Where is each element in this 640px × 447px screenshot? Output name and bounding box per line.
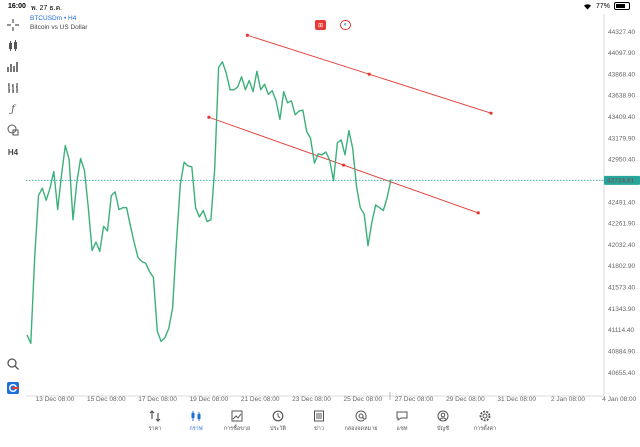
sell-icon: ⊞ bbox=[317, 22, 324, 29]
indicators-tool[interactable] bbox=[4, 59, 22, 75]
trendline-handle[interactable] bbox=[207, 115, 211, 119]
left-toolbar: ƒ H4 bbox=[0, 14, 26, 406]
one-click-sell-button[interactable]: ⊞ bbox=[315, 20, 326, 30]
symbol-info[interactable]: BTCUSDm • H4 Bitcoin vs US Dollar bbox=[30, 15, 87, 31]
history-icon bbox=[272, 410, 284, 422]
nav-item-trade[interactable]: การซื้อขาย bbox=[217, 410, 257, 433]
nav-item-mailbox[interactable]: กล่องจดหมาย bbox=[341, 410, 381, 433]
nav-label: กล่องจดหมาย bbox=[344, 426, 378, 432]
crosshair-tool[interactable] bbox=[4, 17, 22, 33]
time-tick-label: 4 Jan 08:00 bbox=[602, 396, 636, 403]
price-tick-label: 43179.90 bbox=[608, 135, 635, 142]
trendline-handle[interactable] bbox=[367, 72, 371, 76]
time-tick-label: 27 Dec 08:00 bbox=[395, 396, 434, 403]
price-line-series bbox=[26, 61, 392, 344]
nav-item-account[interactable]: บัญชี bbox=[423, 410, 463, 433]
crosshair-icon bbox=[7, 19, 19, 31]
time-tick-label: 19 Dec 08:00 bbox=[190, 396, 229, 403]
chat-icon bbox=[396, 411, 408, 421]
nav-item-quotes[interactable]: ราคา bbox=[135, 410, 175, 433]
broker-logo-icon bbox=[7, 382, 19, 394]
trade-icon bbox=[231, 410, 243, 422]
bottom-navigation: ราคา กราฟ การซื้อขาย ประวัติ ข่าว กล่องจดหมาย… bbox=[0, 406, 640, 447]
price-tick-label: 43638.90 bbox=[608, 93, 635, 100]
nav-label: กราฟ bbox=[189, 426, 203, 432]
settings-icon bbox=[479, 410, 491, 422]
current-price-label: 42724.81 bbox=[607, 178, 634, 185]
price-tick-label: 41343.90 bbox=[608, 306, 635, 313]
nav-item-chat[interactable]: แชท bbox=[382, 410, 422, 433]
nav-item-history[interactable]: ประวัติ bbox=[258, 410, 298, 433]
objects-tool[interactable] bbox=[4, 122, 22, 138]
trendline-handle[interactable] bbox=[489, 111, 493, 115]
time-tick-label: 21 Dec 08:00 bbox=[241, 396, 280, 403]
nav-label: การซื้อขาย bbox=[223, 426, 251, 432]
price-tick-label: 41802.90 bbox=[608, 263, 635, 270]
nav-label: การตั้งค่า bbox=[473, 426, 497, 432]
broker-button[interactable] bbox=[4, 380, 22, 396]
time-tick-label: 2 Jan 08:00 bbox=[551, 396, 585, 403]
price-tick-label: 43409.40 bbox=[608, 114, 635, 121]
price-chart[interactable]: 44327.40 44097.90 43868.40 43638.90 43409.40… bbox=[0, 0, 640, 406]
timeframe-button[interactable]: H4 bbox=[4, 144, 22, 160]
price-axis: 44327.40 44097.90 43868.40 43638.90 43409.40… bbox=[608, 29, 635, 377]
time-tick-label: 31 Dec 08:00 bbox=[497, 396, 536, 403]
magnifier-icon bbox=[7, 358, 19, 370]
time-tick-label: 23 Dec 08:00 bbox=[292, 396, 331, 403]
function-icon: ƒ bbox=[11, 103, 15, 115]
nav-label: บัญชี bbox=[437, 426, 449, 432]
price-tick-label: 42261.90 bbox=[608, 221, 635, 228]
time-tick-label: 25 Dec 08:00 bbox=[343, 396, 382, 403]
quotes-icon bbox=[149, 410, 161, 422]
price-tick-label: 41114.40 bbox=[608, 327, 635, 334]
nav-label: ราคา bbox=[148, 426, 162, 432]
candles-tool[interactable] bbox=[4, 38, 22, 54]
chart-icon bbox=[191, 411, 201, 421]
price-tick-label: 41573.40 bbox=[608, 285, 635, 292]
trendline-handle[interactable] bbox=[476, 211, 480, 215]
trendline-handle[interactable] bbox=[245, 33, 249, 37]
price-tick-label: 43868.40 bbox=[608, 71, 635, 78]
buy-icon: ◐ bbox=[343, 22, 348, 28]
price-tick-label: 42032.40 bbox=[608, 242, 635, 249]
time-tick-label: 15 Dec 08:00 bbox=[87, 396, 126, 403]
time-axis: 13 Dec 08:00 15 Dec 08:00 17 Dec 08:00 19 D… bbox=[36, 396, 637, 403]
price-tick-label: 42950.40 bbox=[608, 157, 635, 164]
mailbox-icon bbox=[355, 410, 367, 422]
price-tick-label: 44097.90 bbox=[608, 50, 635, 57]
function-tool[interactable]: ƒ bbox=[4, 101, 22, 117]
nav-label: ข่าว bbox=[314, 426, 324, 432]
one-click-buy-button[interactable]: ◐ bbox=[340, 20, 351, 30]
candlestick-icon bbox=[9, 40, 17, 51]
account-icon bbox=[437, 410, 449, 422]
indicators-icon bbox=[7, 62, 18, 72]
shapes-icon bbox=[7, 124, 19, 136]
news-icon bbox=[314, 410, 324, 422]
trendline-handle[interactable] bbox=[341, 163, 346, 167]
price-tick-label: 40884.90 bbox=[608, 348, 635, 355]
nav-item-settings[interactable]: การตั้งค่า bbox=[465, 410, 505, 433]
trendlines bbox=[207, 33, 493, 215]
nav-label: แชท bbox=[396, 426, 408, 432]
zoom-tool[interactable] bbox=[4, 356, 22, 372]
price-tick-label: 42491.40 bbox=[608, 199, 635, 206]
price-tick-label: 40655.40 bbox=[608, 370, 635, 377]
nav-item-news[interactable]: ข่าว bbox=[299, 410, 339, 433]
nav-label: ประวัติ bbox=[269, 426, 287, 432]
symbol-description: Bitcoin vs US Dollar bbox=[30, 24, 88, 31]
nav-item-chart[interactable]: กราฟ bbox=[176, 410, 216, 433]
time-tick-label: 17 Dec 08:00 bbox=[138, 396, 177, 403]
symbol-ticker: BTCUSDm • H4 bbox=[30, 15, 77, 22]
bars-tool[interactable] bbox=[4, 80, 22, 96]
time-tick-label: 13 Dec 08:00 bbox=[36, 396, 75, 403]
price-tick-label: 44327.40 bbox=[608, 29, 635, 36]
time-tick-label: 29 Dec 08:00 bbox=[446, 396, 485, 403]
ohlc-bars-icon bbox=[8, 83, 18, 93]
